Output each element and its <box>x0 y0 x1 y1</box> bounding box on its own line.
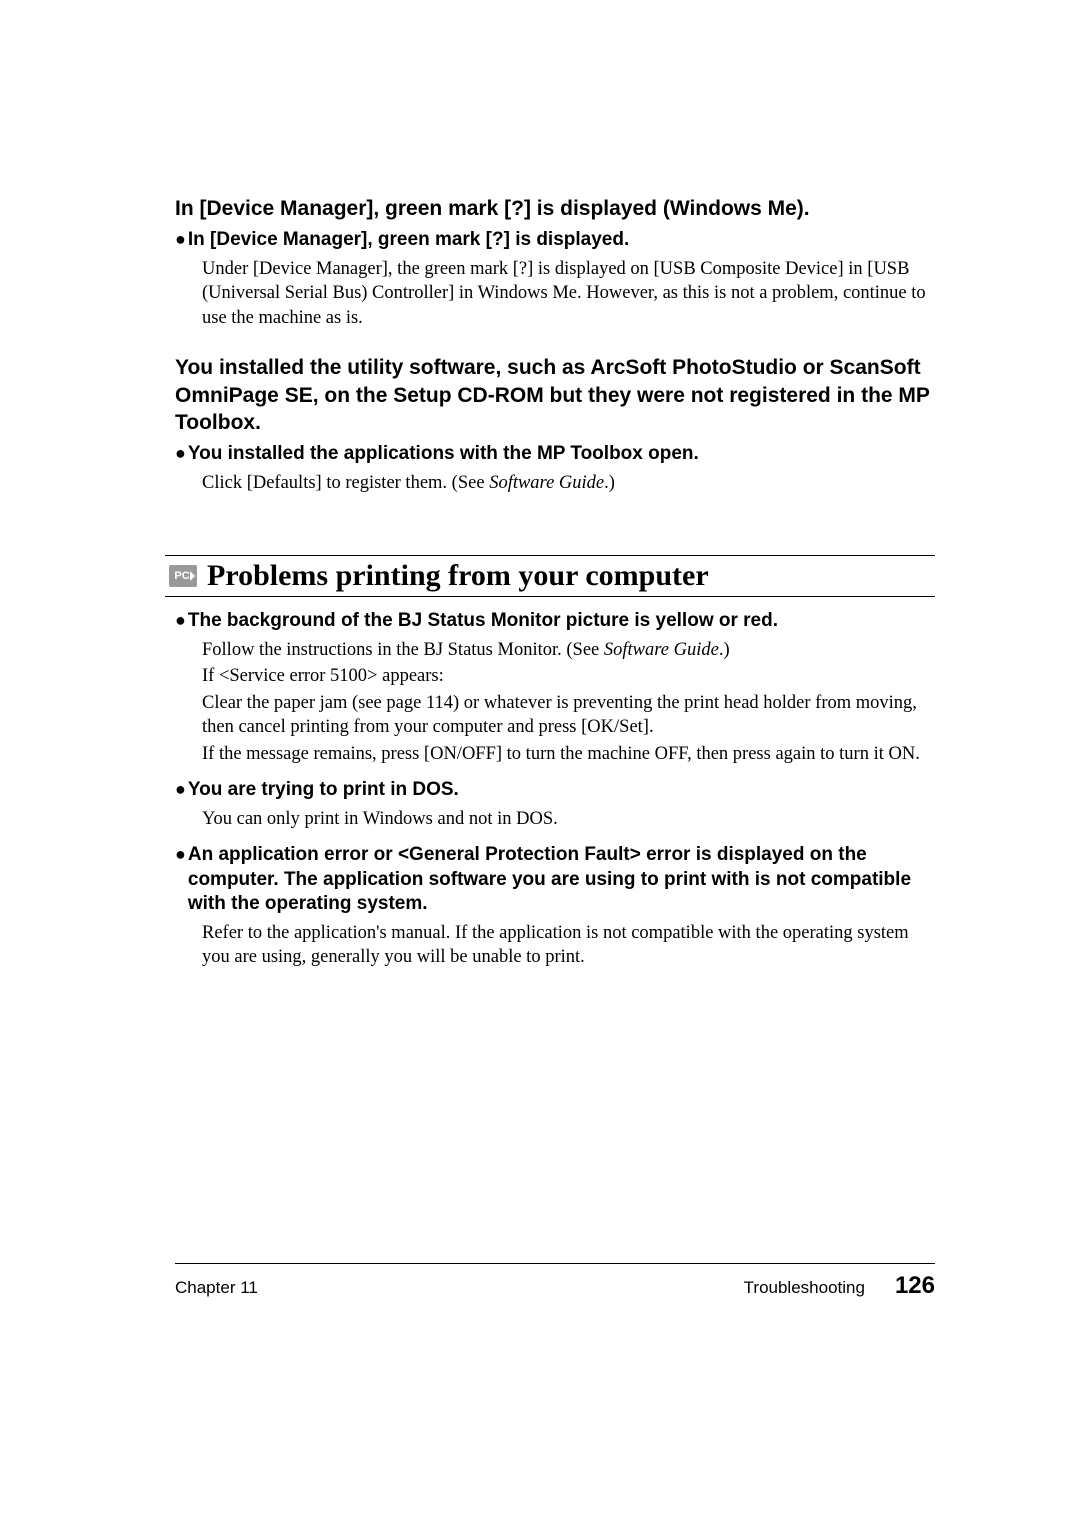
bullet-icon: ● <box>175 442 186 465</box>
subheading-text: The background of the BJ Status Monitor … <box>188 609 778 634</box>
bullet-subheading: ● In [Device Manager], green mark [?] is… <box>175 228 935 253</box>
bullet-icon: ● <box>175 609 186 632</box>
subheading-text: In [Device Manager], green mark [?] is d… <box>188 228 629 253</box>
subheading-text: You installed the applications with the … <box>188 442 699 467</box>
section-heading: You installed the utility software, such… <box>175 354 935 436</box>
subheading-text: An application error or <General Protect… <box>188 843 935 917</box>
footer-chapter: Chapter 11 <box>175 1278 258 1298</box>
section-title-bar: PC Problems printing from your computer <box>165 555 935 597</box>
section-title: Problems printing from your computer <box>207 559 709 593</box>
bullet-subheading: ● You are trying to print in DOS. <box>175 778 935 803</box>
document-page: In [Device Manager], green mark [?] is d… <box>0 0 1080 1360</box>
body-paragraph: If <Service error 5100> appears: <box>202 664 935 688</box>
footer-section-name: Troubleshooting <box>744 1278 865 1298</box>
body-paragraph: If the message remains, press [ON/OFF] t… <box>202 742 935 766</box>
section-heading: In [Device Manager], green mark [?] is d… <box>175 195 935 222</box>
body-text-part: Follow the instructions in the BJ Status… <box>202 640 604 660</box>
bullet-subheading: ● You installed the applications with th… <box>175 442 935 467</box>
page-footer: Chapter 11 Troubleshooting 126 <box>175 1263 935 1300</box>
italic-reference: Software Guide <box>489 473 604 493</box>
pc-badge-label: PC <box>174 570 189 582</box>
subheading-text: You are trying to print in DOS. <box>188 778 459 803</box>
bullet-icon: ● <box>175 843 186 866</box>
body-paragraph: Click [Defaults] to register them. (See … <box>202 471 935 495</box>
pc-badge-icon: PC <box>169 565 197 587</box>
body-paragraph: Clear the paper jam (see page 114) or wh… <box>202 691 935 740</box>
bullet-icon: ● <box>175 778 186 801</box>
body-paragraph: Under [Device Manager], the green mark [… <box>202 257 935 330</box>
body-text-part: .) <box>719 640 730 660</box>
body-paragraph: You can only print in Windows and not in… <box>202 807 935 831</box>
bullet-subheading: ● An application error or <General Prote… <box>175 843 935 917</box>
bullet-subheading: ● The background of the BJ Status Monito… <box>175 609 935 634</box>
bullet-icon: ● <box>175 228 186 251</box>
body-text-part: .) <box>604 473 615 493</box>
body-paragraph: Refer to the application's manual. If th… <box>202 921 935 970</box>
body-paragraph: Follow the instructions in the BJ Status… <box>202 638 935 662</box>
body-text-part: Click [Defaults] to register them. (See <box>202 473 489 493</box>
italic-reference: Software Guide <box>604 640 719 660</box>
page-number: 126 <box>895 1272 935 1300</box>
